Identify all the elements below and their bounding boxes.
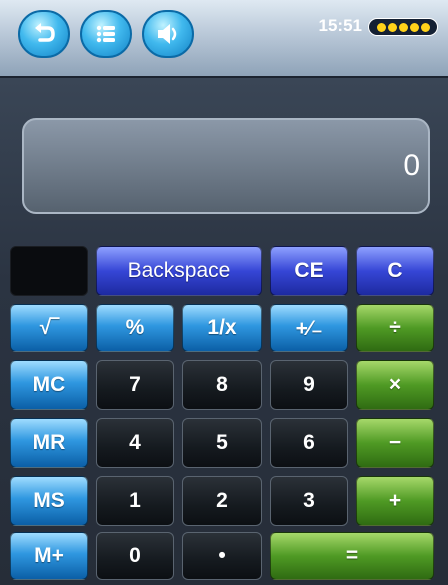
ce-button[interactable]: CE	[270, 246, 348, 296]
three-button[interactable]: 3	[270, 476, 348, 526]
four-button[interactable]: 4	[96, 418, 174, 468]
divide-button[interactable]: ÷	[356, 304, 434, 352]
two-button[interactable]: 2	[182, 476, 262, 526]
display-value: 0	[403, 149, 420, 182]
percent-button[interactable]: %	[96, 304, 174, 352]
blank-key	[10, 246, 88, 296]
five-button[interactable]: 5	[182, 418, 262, 468]
seven-button[interactable]: 7	[96, 360, 174, 410]
mc-button[interactable]: MC	[10, 360, 88, 410]
battery-indicator	[368, 18, 438, 36]
list-icon	[96, 25, 115, 43]
sqrt-button[interactable]: √‾	[10, 304, 88, 352]
zero-button[interactable]: 0	[96, 532, 174, 580]
decimal-button[interactable]: •	[182, 532, 262, 580]
calculator-body: 0 Backspace CE C √‾ % 1/x +⁄₋ ÷ MC 7 8 9…	[0, 78, 448, 585]
minus-button[interactable]: −	[356, 418, 434, 468]
clear-button[interactable]: C	[356, 246, 434, 296]
backspace-button[interactable]: Backspace	[96, 246, 262, 296]
clock: 15:51	[318, 16, 362, 35]
back-icon	[35, 23, 55, 42]
multiply-button[interactable]: ×	[356, 360, 434, 410]
eight-button[interactable]: 8	[182, 360, 262, 410]
plus-button[interactable]: +	[356, 476, 434, 526]
one-button[interactable]: 1	[96, 476, 174, 526]
m-plus-button[interactable]: M+	[10, 532, 88, 580]
reciprocal-button[interactable]: 1/x	[182, 304, 262, 352]
top-bar: 15:51	[0, 0, 448, 78]
sound-button[interactable]	[142, 10, 194, 58]
menu-button[interactable]	[80, 10, 132, 58]
six-button[interactable]: 6	[270, 418, 348, 468]
plus-minus-button[interactable]: +⁄₋	[270, 304, 348, 352]
speaker-icon	[158, 24, 177, 44]
ms-button[interactable]: MS	[10, 476, 88, 526]
mr-button[interactable]: MR	[10, 418, 88, 468]
nine-button[interactable]: 9	[270, 360, 348, 410]
result-display: 0	[22, 118, 430, 214]
back-button[interactable]	[18, 10, 70, 58]
equals-button[interactable]: =	[270, 532, 434, 580]
